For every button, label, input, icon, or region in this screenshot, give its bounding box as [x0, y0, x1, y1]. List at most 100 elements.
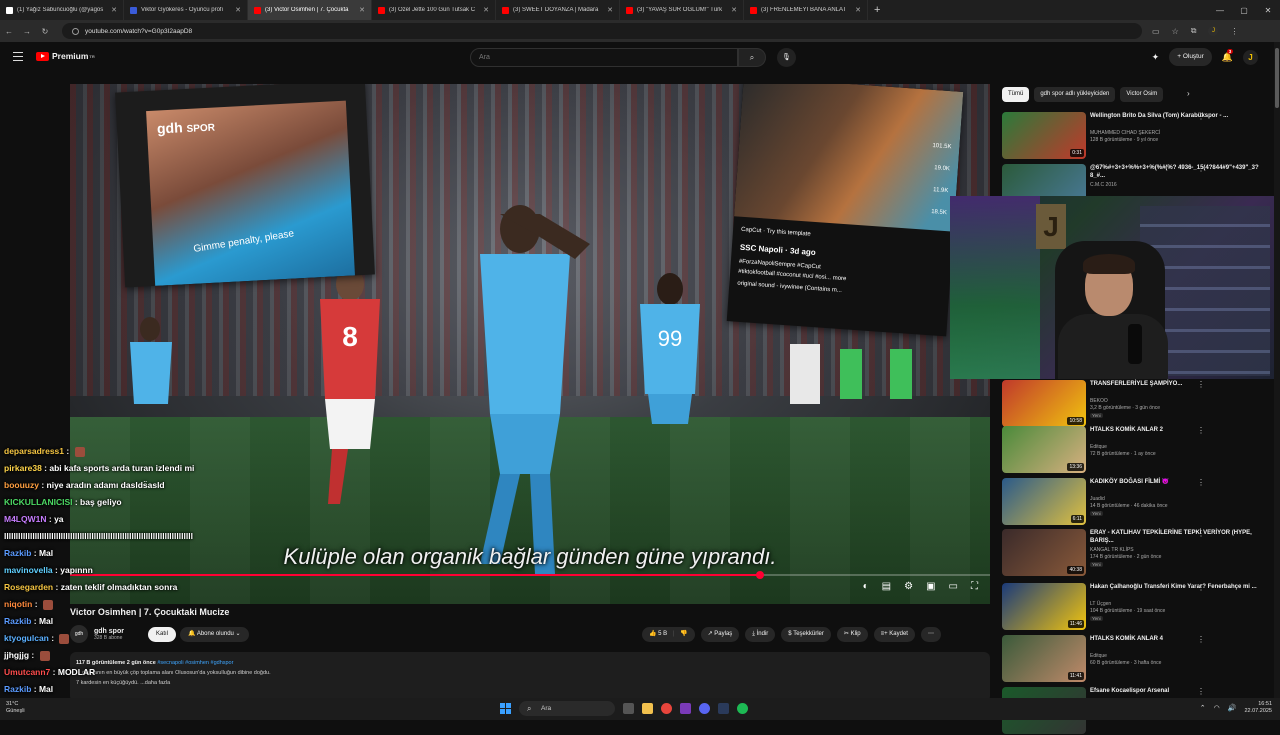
chat-username[interactable]: jjhgjjg	[4, 650, 29, 660]
video-thumbnail[interactable]: 11:46	[1002, 583, 1086, 630]
rec-title[interactable]: Wellington Brito Da Silva (Tom) Karabüks…	[1090, 112, 1262, 120]
rec-title[interactable]: Efsane Kocaelispor Arsenal	[1090, 687, 1262, 695]
chat-username[interactable]: M4LQW1N	[4, 514, 47, 524]
subtitles-icon[interactable]: ▤	[882, 581, 891, 592]
browser-tab[interactable]: (3) FRENLEMEYİ BANA ANLAT ✕	[744, 0, 868, 20]
recommended-video[interactable]: 40:38 ERAY - KATLIHAV TEPKİLERİNE TEPKİ V…	[1002, 529, 1272, 577]
more-options-icon[interactable]: ⋮	[1197, 687, 1205, 696]
microphone-icon[interactable]: 🎙	[777, 48, 796, 67]
task-view-icon[interactable]	[623, 703, 634, 714]
youtube-logo[interactable]: Premium TR	[36, 51, 95, 61]
chat-username[interactable]: boouuzy	[4, 480, 39, 490]
more-actions-icon[interactable]: ⋯	[920, 627, 941, 642]
chat-username[interactable]: deparsadress1	[4, 446, 64, 456]
search-input[interactable]: Ara	[470, 48, 738, 67]
chat-username[interactable]: Umutcann7	[4, 667, 50, 677]
chat-username[interactable]: mavinovella	[4, 565, 53, 575]
progress-knob[interactable]	[756, 571, 764, 579]
recommended-video[interactable]: 11:41 HTALKS KOMİK ANLAR 4 Editque 60 B gör…	[1002, 635, 1272, 683]
chat-username[interactable]: Rosegarden	[4, 582, 53, 592]
filter-chip[interactable]: gdh spor adlı yükleyiciden	[1034, 87, 1116, 102]
rec-title[interactable]: KADIKÖY BOĞASI FİLMİ 😈	[1090, 478, 1262, 486]
tab-close-icon[interactable]: ✕	[483, 6, 489, 14]
recommended-video[interactable]: 0:31 Wellington Brito Da Silva (Tom) Kara…	[1002, 112, 1272, 160]
download-button[interactable]: ⤓ İndir	[745, 627, 776, 642]
site-info-icon[interactable]	[72, 27, 79, 35]
more-options-icon[interactable]: ⋮	[1197, 478, 1205, 487]
video-thumbnail[interactable]: 40:38	[1002, 529, 1086, 576]
notifications-bell-icon[interactable]: 🔔 3	[1222, 48, 1234, 63]
more-options-icon[interactable]: ⋮	[1197, 164, 1205, 173]
share-button[interactable]: ↗ Paylaş	[700, 627, 740, 642]
wifi-icon[interactable]: ◠	[1214, 704, 1220, 712]
scrollbar-thumb[interactable]	[1275, 48, 1279, 108]
chevron-right-icon[interactable]: ›	[1187, 89, 1190, 98]
weather-widget[interactable]: 31°C Güneşli	[6, 701, 25, 715]
video-thumbnail[interactable]: 6:11	[1002, 478, 1086, 525]
chat-username[interactable]: Razkib	[4, 684, 31, 694]
reload-icon[interactable]: ↻	[36, 27, 54, 36]
fullscreen-icon[interactable]: ⛶	[971, 581, 978, 592]
more-options-icon[interactable]: ⋮	[1197, 583, 1205, 592]
rec-title[interactable]: Hakan Çalhanoğlu Transferi Kime Yarar? F…	[1090, 583, 1262, 591]
browser-tab[interactable]: (3) Özel Jette 100 Gün Tutsak C ✕	[372, 0, 496, 20]
page-scrollbar[interactable]	[1274, 42, 1280, 698]
video-thumbnail[interactable]: 13:36	[1002, 426, 1086, 473]
profile-avatar[interactable]: J	[1208, 26, 1219, 36]
file-explorer-icon[interactable]	[642, 703, 653, 714]
rec-title[interactable]: @67%#+3+3+%%+3+%(%#(%? 4936-_15(4?844#9"…	[1090, 164, 1262, 180]
browser-tab[interactable]: (3) "YAVAŞ SÜR OĞLUM!" Türk ✕	[620, 0, 744, 20]
hamburger-menu-icon[interactable]	[13, 52, 23, 61]
back-icon[interactable]: ←	[0, 27, 18, 36]
tab-close-icon[interactable]: ✕	[607, 6, 613, 14]
chat-username[interactable]: Razkib	[4, 616, 31, 626]
more-options-icon[interactable]: ⋮	[1197, 635, 1205, 644]
chrome-icon[interactable]	[661, 703, 672, 714]
app-icon[interactable]	[680, 703, 691, 714]
more-options-icon[interactable]: ⋮	[1197, 380, 1205, 389]
settings-gear-icon[interactable]: ⚙	[904, 581, 913, 592]
tab-close-icon[interactable]: ✕	[235, 6, 241, 14]
recommended-video[interactable]: 6:11 KADIKÖY BOĞASI FİLMİ 😈 Juadid 14 B gör…	[1002, 478, 1272, 526]
minimize-icon[interactable]: —	[1208, 6, 1232, 15]
tab-close-icon[interactable]: ✕	[855, 6, 861, 14]
video-thumbnail[interactable]: 0:31	[1002, 112, 1086, 159]
steam-icon[interactable]	[718, 703, 729, 714]
tab-close-icon[interactable]: ✕	[111, 6, 117, 14]
browser-tab[interactable]: (3) SWEET DOYANZA | Madara ✕	[496, 0, 620, 20]
rec-title[interactable]: HTALKS KOMİK ANLAR 4	[1090, 635, 1262, 643]
create-button[interactable]: + Oluştur	[1169, 48, 1212, 66]
video-thumbnail[interactable]: 11:41	[1002, 635, 1086, 682]
volume-icon[interactable]: 🔊	[1228, 704, 1237, 712]
tab-close-icon[interactable]: ✕	[731, 6, 737, 14]
premium-badge-icon[interactable]: ✦	[1152, 52, 1160, 63]
recommended-video[interactable]: 10:58 TRANSFERLERİYLE ŞAMPİYO... BEKOO 3,2 …	[1002, 380, 1272, 428]
video-thumbnail[interactable]: 10:58	[1002, 380, 1086, 427]
more-options-icon[interactable]: ⋮	[1197, 529, 1205, 538]
search-icon[interactable]: ⌕	[738, 48, 766, 67]
bookmark-star-icon[interactable]: ☆	[1172, 27, 1179, 36]
save-button[interactable]: ≡+ Kaydet	[873, 627, 915, 642]
taskbar-search[interactable]: Ara	[519, 701, 615, 716]
browser-tab[interactable]: (3) Victor Osimhen | 7. Çocukta ✕	[248, 0, 372, 20]
maximize-icon[interactable]: ▢	[1232, 6, 1256, 15]
chat-username[interactable]: Razkib	[4, 548, 31, 558]
thanks-button[interactable]: $ Teşekkürler	[781, 627, 831, 642]
tab-close-icon[interactable]: ✕	[359, 6, 365, 14]
tray-chevron-icon[interactable]: ⌃	[1200, 704, 1206, 712]
close-icon[interactable]: ✕	[1256, 6, 1280, 15]
filter-chip[interactable]: Victor Osim	[1120, 87, 1164, 102]
discord-icon[interactable]	[699, 703, 710, 714]
chat-username[interactable]: ktyogulcan	[4, 633, 49, 643]
rec-title[interactable]: ERAY - KATLIHAV TEPKİLERİNE TEPKİ VERİYO…	[1090, 529, 1262, 545]
chat-username[interactable]: KICKULLANICISI	[4, 497, 72, 507]
filter-chip[interactable]: Tümü	[1002, 87, 1030, 102]
new-tab-icon[interactable]: +	[874, 4, 880, 16]
rec-title[interactable]: HTALKS KOMİK ANLAR 2	[1090, 426, 1262, 434]
url-field[interactable]: youtube.com/watch?v=G0p3I2aapD8	[62, 23, 1142, 39]
browser-menu-icon[interactable]: ⋮	[1230, 27, 1238, 36]
extensions-icon[interactable]: ⧉	[1191, 26, 1197, 36]
forward-icon[interactable]: →	[18, 27, 36, 36]
recommended-video[interactable]: 13:36 HTALKS KOMİK ANLAR 2 Editque 72 B gör…	[1002, 426, 1272, 474]
more-options-icon[interactable]: ⋮	[1197, 112, 1205, 121]
